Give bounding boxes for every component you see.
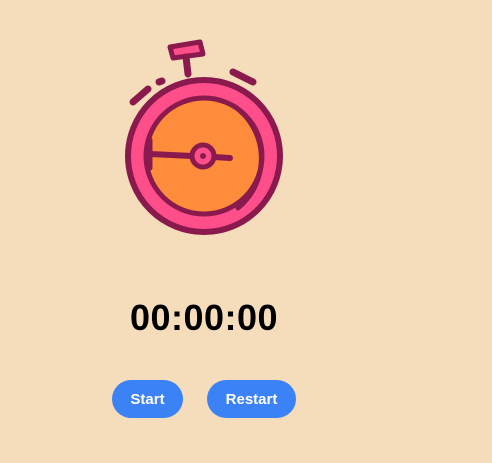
stopwatch-hub-dot — [200, 153, 206, 159]
stopwatch-stem — [182, 53, 192, 78]
time-display: 00:00:00 — [129, 297, 279, 338]
restart-button[interactable]: Restart — [207, 380, 296, 418]
stopwatch-tick-top-left — [155, 77, 166, 86]
stopwatch-tick-left — [129, 85, 152, 106]
stopwatch-tick-right — [229, 68, 257, 86]
start-button[interactable]: Start — [112, 380, 183, 418]
stopwatch-hand — [147, 151, 195, 159]
stopwatch-icon — [125, 39, 283, 235]
